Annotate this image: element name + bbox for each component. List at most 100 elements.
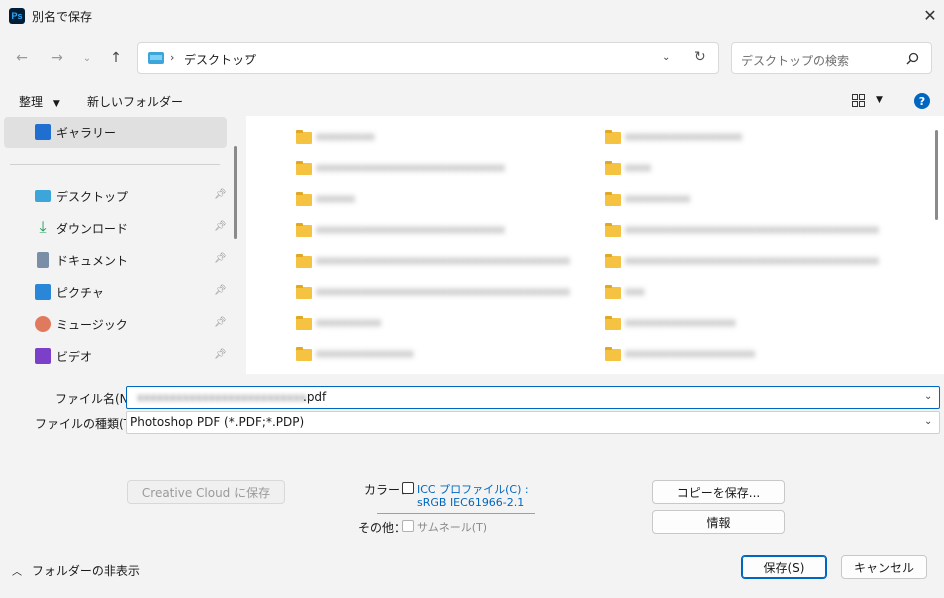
cancel-button[interactable]: キャンセル <box>841 555 927 579</box>
sidebar-item-label: デスクトップ <box>56 190 129 204</box>
sidebar-item-gallery[interactable]: ギャラリー <box>0 117 228 147</box>
icc-profile-label[interactable]: ICC プロファイル(C) : <box>417 481 529 497</box>
video-icon <box>35 348 51 364</box>
folder-name: xxxxxxxxxxxxxxxxxxxxxxxxxxxxxxxxxxxxxxx <box>625 223 879 236</box>
desktop-folder-icon <box>148 52 164 64</box>
folder-icon <box>605 223 621 237</box>
breadcrumb-separator-icon[interactable]: › <box>245 51 249 64</box>
sidebar-item-label: ミュージック <box>56 318 128 332</box>
help-icon[interactable]: ? <box>914 93 930 109</box>
forward-arrow-icon[interactable]: → <box>45 44 69 72</box>
sidebar-item-label: ドキュメント <box>56 254 129 268</box>
save-copy-button[interactable]: コピーを保存... <box>652 480 785 504</box>
sidebar-item-videos[interactable]: ビデオ 📌︎ <box>0 341 228 371</box>
folder-item[interactable]: xxxxxxxxxxxxxxxxxxxxxxxxxxxxxxxxxxxxxxx <box>605 221 895 243</box>
document-icon <box>37 252 49 268</box>
back-arrow-icon[interactable]: ← <box>10 44 34 72</box>
folder-name: xxxxxxxxxxxxxxxxxxxxxxxxxxxxx <box>316 223 505 236</box>
view-grid-icon[interactable] <box>852 94 865 107</box>
folder-icon <box>296 130 312 144</box>
address-bar[interactable]: › デスクトップ › ⌄ ↻ <box>137 42 719 74</box>
pin-icon: 📌︎ <box>214 189 227 200</box>
filetype-value: Photoshop PDF (*.PDF;*.PDP) <box>130 415 305 429</box>
refresh-icon[interactable]: ↻ <box>694 49 706 65</box>
sidebar-item-desktop[interactable]: デスクトップ 📌︎ <box>0 181 228 211</box>
filename-extension: .pdf <box>303 390 327 404</box>
search-input[interactable]: デスクトップの検索 <box>731 42 932 74</box>
folder-item[interactable]: xxxxxxxxxxxxxxxxxxxxxxxxxxxxx <box>296 159 586 181</box>
save-button[interactable]: 保存(S) <box>741 555 827 579</box>
search-icon[interactable] <box>906 52 919 65</box>
folder-icon <box>296 223 312 237</box>
folder-item[interactable]: xxx <box>605 283 895 305</box>
info-button[interactable]: 情報 <box>652 510 785 534</box>
up-arrow-icon[interactable]: ↑ <box>104 44 128 72</box>
folder-name: xxxxxxxxxxxxxxxxx <box>625 316 736 329</box>
download-icon: ⤓ <box>39 217 47 236</box>
sidebar-scrollbar[interactable] <box>234 146 237 239</box>
folder-name: xxxxxxxxxxxxxxxxxx <box>625 130 743 143</box>
sidebar-item-label: ダウンロード <box>56 222 129 236</box>
folder-icon <box>296 285 312 299</box>
filetype-label: ファイルの種類(T): <box>35 417 140 431</box>
folder-name: xxxxxx <box>316 192 356 205</box>
recent-locations-chevron-icon[interactable]: ⌄ <box>75 44 99 72</box>
view-options-caret-icon[interactable]: ▼ <box>876 95 883 105</box>
pin-icon: 📌︎ <box>214 285 227 296</box>
address-history-chevron-icon[interactable]: ⌄ <box>662 52 670 63</box>
folder-item[interactable]: xxxxxxxxxxxxxxxxxxxxxxxxxxxxxxxxxxxxxxx <box>296 283 586 305</box>
other-label: その他： <box>358 521 407 535</box>
organize-label: 整理 <box>19 95 44 109</box>
sidebar-item-downloads[interactable]: ⤓ ダウンロード 📌︎ <box>0 213 228 243</box>
filetype-select[interactable]: Photoshop PDF (*.PDF;*.PDP) ⌄ <box>126 411 940 434</box>
sidebar-item-label: ギャラリー <box>56 126 117 140</box>
pin-icon: 📌︎ <box>214 253 227 264</box>
file-list-scrollbar[interactable] <box>935 130 938 220</box>
folder-icon <box>605 192 621 206</box>
close-icon[interactable]: ✕ <box>918 4 942 26</box>
folder-name: xxx <box>625 285 645 298</box>
thumbnail-label: サムネール(T) <box>417 521 488 534</box>
icc-profile-checkbox[interactable] <box>402 482 414 494</box>
sidebar-item-pictures[interactable]: ピクチャ 📌︎ <box>0 277 228 307</box>
folder-item[interactable]: xxxxxx <box>296 190 586 212</box>
sidebar-item-documents[interactable]: ドキュメント 📌︎ <box>0 245 228 275</box>
folder-item[interactable]: xxxxxxxxxxxxxxxxxxxxxxxxxxxxxxxxxxxxxxx <box>296 252 586 274</box>
save-to-creative-cloud-button[interactable]: Creative Cloud に保存 <box>127 480 285 504</box>
window-title: 別名で保存 <box>32 10 93 24</box>
folder-item[interactable]: xxxxxxxxxx <box>605 190 895 212</box>
sidebar-item-music[interactable]: ミュージック 📌︎ <box>0 309 228 339</box>
icc-profile-value: sRGB IEC61966-2.1 <box>417 496 525 509</box>
folder-item[interactable]: xxxx <box>605 159 895 181</box>
folder-icon <box>296 161 312 175</box>
navigation-pane: ギャラリー デスクトップ 📌︎ ⤓ ダウンロード 📌︎ ドキュメント 📌︎ ピク… <box>0 116 238 374</box>
hide-folders-toggle[interactable]: ︿ フォルダーの非表示 <box>12 562 140 579</box>
options-divider <box>377 513 535 514</box>
folder-item[interactable]: xxxxxxxxxxxxxxxxxxxx <box>605 345 895 367</box>
folder-item[interactable]: xxxxxxxxxx <box>296 314 586 336</box>
folder-item[interactable]: xxxxxxxxx <box>296 128 586 150</box>
filename-value: xxxxxxxxxxxxxxxxxxxxxxxxxx <box>137 391 307 404</box>
folder-item[interactable]: xxxxxxxxxxxxxxx <box>296 345 586 367</box>
folder-icon <box>605 316 621 330</box>
thumbnail-checkbox[interactable] <box>402 520 414 532</box>
sidebar-item-label: ピクチャ <box>56 286 104 300</box>
folder-item[interactable]: xxxxxxxxxxxxxxxxxxxxxxxxxxxxxxxxxxxxxxx <box>605 252 895 274</box>
new-folder-button[interactable]: 新しいフォルダー <box>87 93 183 110</box>
pin-icon: 📌︎ <box>214 349 227 360</box>
filename-input[interactable]: xxxxxxxxxxxxxxxxxxxxxxxxxx .pdf ⌄ <box>126 386 940 409</box>
folder-name: xxxxxxxxxx <box>625 192 691 205</box>
folder-name: xxxxxxxxxx <box>316 316 382 329</box>
folder-icon <box>296 192 312 206</box>
desktop-icon <box>35 190 51 202</box>
organize-menu[interactable]: 整理 ▼ <box>19 93 60 110</box>
filename-history-chevron-icon[interactable]: ⌄ <box>924 391 932 402</box>
folder-item[interactable]: xxxxxxxxxxxxxxxxxx <box>605 128 895 150</box>
file-list: xxxxxxxxx xxxxxxxxxxxxxxxxxxxxxxxxxxxxx … <box>246 116 944 374</box>
photoshop-app-icon: Ps <box>9 8 25 24</box>
folder-item[interactable]: xxxxxxxxxxxxxxxxxxxxxxxxxxxxx <box>296 221 586 243</box>
music-icon <box>35 316 51 332</box>
folder-name: xxxx <box>625 161 652 174</box>
chevron-down-icon: ⌄ <box>924 416 933 427</box>
folder-item[interactable]: xxxxxxxxxxxxxxxxx <box>605 314 895 336</box>
